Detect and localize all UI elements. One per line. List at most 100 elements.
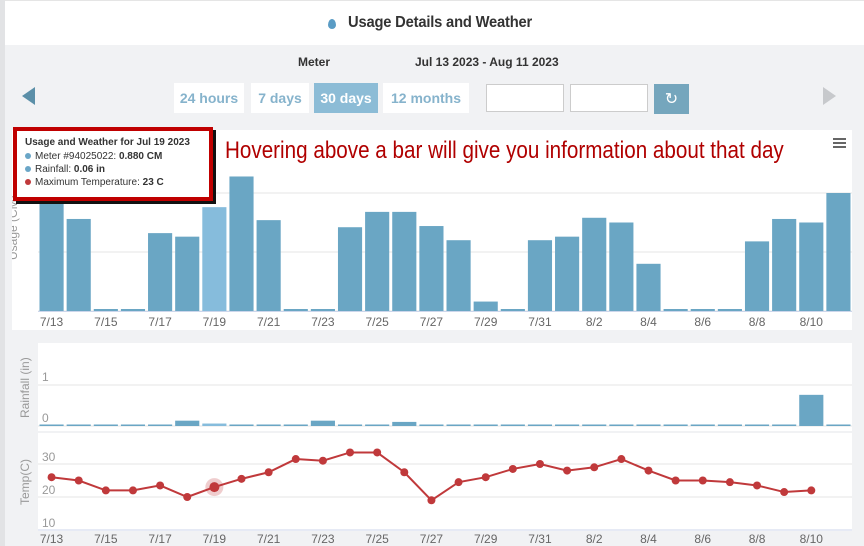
- usage-bar: [229, 176, 254, 311]
- temperature-point: [346, 448, 355, 457]
- temperature-point: [725, 478, 734, 487]
- range-button-7-days[interactable]: 7 days: [251, 83, 309, 113]
- temperature-point: [535, 460, 544, 468]
- usage-bar: [500, 309, 525, 311]
- x-tick-label: 7/15: [94, 315, 118, 329]
- usage-bar: [609, 222, 634, 311]
- tooltip-title: Usage and Weather for Jul 19 2023: [25, 137, 190, 148]
- usage-bar: [93, 309, 118, 311]
- x-tick-label: 7/29: [474, 532, 498, 546]
- usage-bar: [175, 236, 200, 311]
- usage-bar: [283, 309, 308, 311]
- rainfall-bar: [120, 424, 146, 426]
- usage-bar: [527, 240, 553, 311]
- rainfall-bar: [500, 424, 525, 426]
- y-tick-label: 1: [42, 370, 49, 384]
- usage-bar: [148, 233, 173, 311]
- x-tick-label: 7/31: [528, 532, 552, 546]
- meter-label: Meter: [298, 55, 331, 69]
- temperature-point: [508, 464, 517, 473]
- temperature-point: [563, 466, 572, 475]
- usage-bar: [663, 309, 688, 311]
- refresh-button[interactable]: ↻: [654, 84, 689, 114]
- temperature-point: [698, 476, 707, 485]
- chart-menu-icon[interactable]: [833, 138, 846, 150]
- x-tick-label: 7/29: [474, 315, 498, 329]
- x-tick-label: 7/17: [148, 315, 172, 329]
- tooltip-row-temperature: Maximum Temperature: 23 C: [25, 176, 201, 189]
- temperature-point: [481, 473, 490, 482]
- y-axis-label: Temp(C): [18, 459, 32, 505]
- x-tick-label: 7/23: [311, 532, 335, 546]
- temperature-point: [753, 481, 762, 490]
- rainfall-bar: [175, 420, 200, 426]
- temperature-point: [209, 482, 220, 493]
- temperature-point: [318, 456, 327, 465]
- x-tick-label: 8/2: [586, 532, 603, 546]
- rainfall-bar: [337, 424, 363, 426]
- x-tick-label: 7/31: [528, 315, 552, 329]
- rainfall-bar: [799, 394, 824, 426]
- temperature-point: [264, 468, 273, 477]
- temperature-line: [51, 451, 812, 502]
- range-button-30-days[interactable]: 30 days: [314, 83, 378, 113]
- x-tick-label: 7/13: [40, 532, 64, 546]
- usage-bar: [636, 263, 661, 311]
- y-tick-label: 10: [42, 516, 56, 530]
- rainfall-chart: 0 1 Rainfall (in): [18, 357, 852, 427]
- usage-bar: [582, 217, 607, 311]
- temperature-point: [291, 455, 300, 464]
- rainfall-bar: [93, 424, 118, 426]
- x-tick-label: 8/4: [640, 532, 657, 546]
- rainfall-bar: [609, 424, 634, 426]
- usage-bar: [772, 218, 797, 311]
- usage-bar: [202, 207, 227, 311]
- x-tick-label: 7/21: [257, 532, 281, 546]
- temperature-point: [780, 488, 789, 497]
- range-button-24-hours[interactable]: 24 hours: [174, 83, 244, 113]
- rainfall-bar: [310, 420, 335, 426]
- refresh-icon: ↻: [664, 91, 679, 108]
- x-tick-label: 7/21: [257, 315, 281, 329]
- rainfall-bar: [527, 424, 553, 426]
- temperature-point: [74, 476, 83, 485]
- x-tick-label: 8/2: [586, 315, 603, 329]
- y-tick-label: 30: [42, 450, 56, 464]
- usage-bar: [39, 202, 64, 311]
- water-drop-icon: [328, 19, 337, 29]
- rainfall-bar: [555, 424, 580, 426]
- usage-bar: [690, 309, 715, 311]
- usage-bar: [744, 241, 770, 311]
- temperature-point: [590, 463, 599, 472]
- rainfall-bar: [636, 424, 661, 426]
- start-date-input[interactable]: [486, 84, 564, 112]
- previous-period-arrow-icon[interactable]: [22, 87, 35, 105]
- end-date-input[interactable]: [570, 84, 648, 112]
- rainfall-bar: [39, 424, 64, 426]
- x-tick-label: 7/27: [420, 315, 444, 329]
- next-period-arrow-icon[interactable]: [823, 87, 836, 105]
- x-tick-label: 8/8: [749, 315, 766, 329]
- temperature-point: [617, 455, 626, 464]
- temperature-point: [807, 486, 816, 495]
- x-tick-label: 8/8: [749, 532, 766, 546]
- y-tick-label: 20: [42, 483, 56, 497]
- usage-bar: [337, 227, 363, 311]
- x-tick-label: 7/25: [365, 532, 389, 546]
- range-button-12-months[interactable]: 12 months: [383, 83, 469, 113]
- x-tick-label: 7/15: [94, 532, 118, 546]
- temperature-point: [183, 493, 192, 501]
- y-tick-label: 0: [42, 411, 49, 425]
- page-title: Usage Details and Weather: [348, 14, 533, 31]
- hover-tooltip: Usage and Weather for Jul 19 2023 Meter …: [13, 127, 213, 201]
- usage-bar: [120, 309, 146, 311]
- series-dot-icon: [25, 153, 31, 159]
- x-tick-label: 8/4: [640, 315, 657, 329]
- rainfall-bar: [690, 424, 715, 426]
- temperature-point: [427, 496, 436, 505]
- usage-bar: [446, 240, 471, 311]
- usage-bar: [256, 220, 281, 311]
- usage-bar: [826, 193, 851, 311]
- rainfall-bar: [148, 424, 173, 426]
- temperature-point: [156, 481, 165, 490]
